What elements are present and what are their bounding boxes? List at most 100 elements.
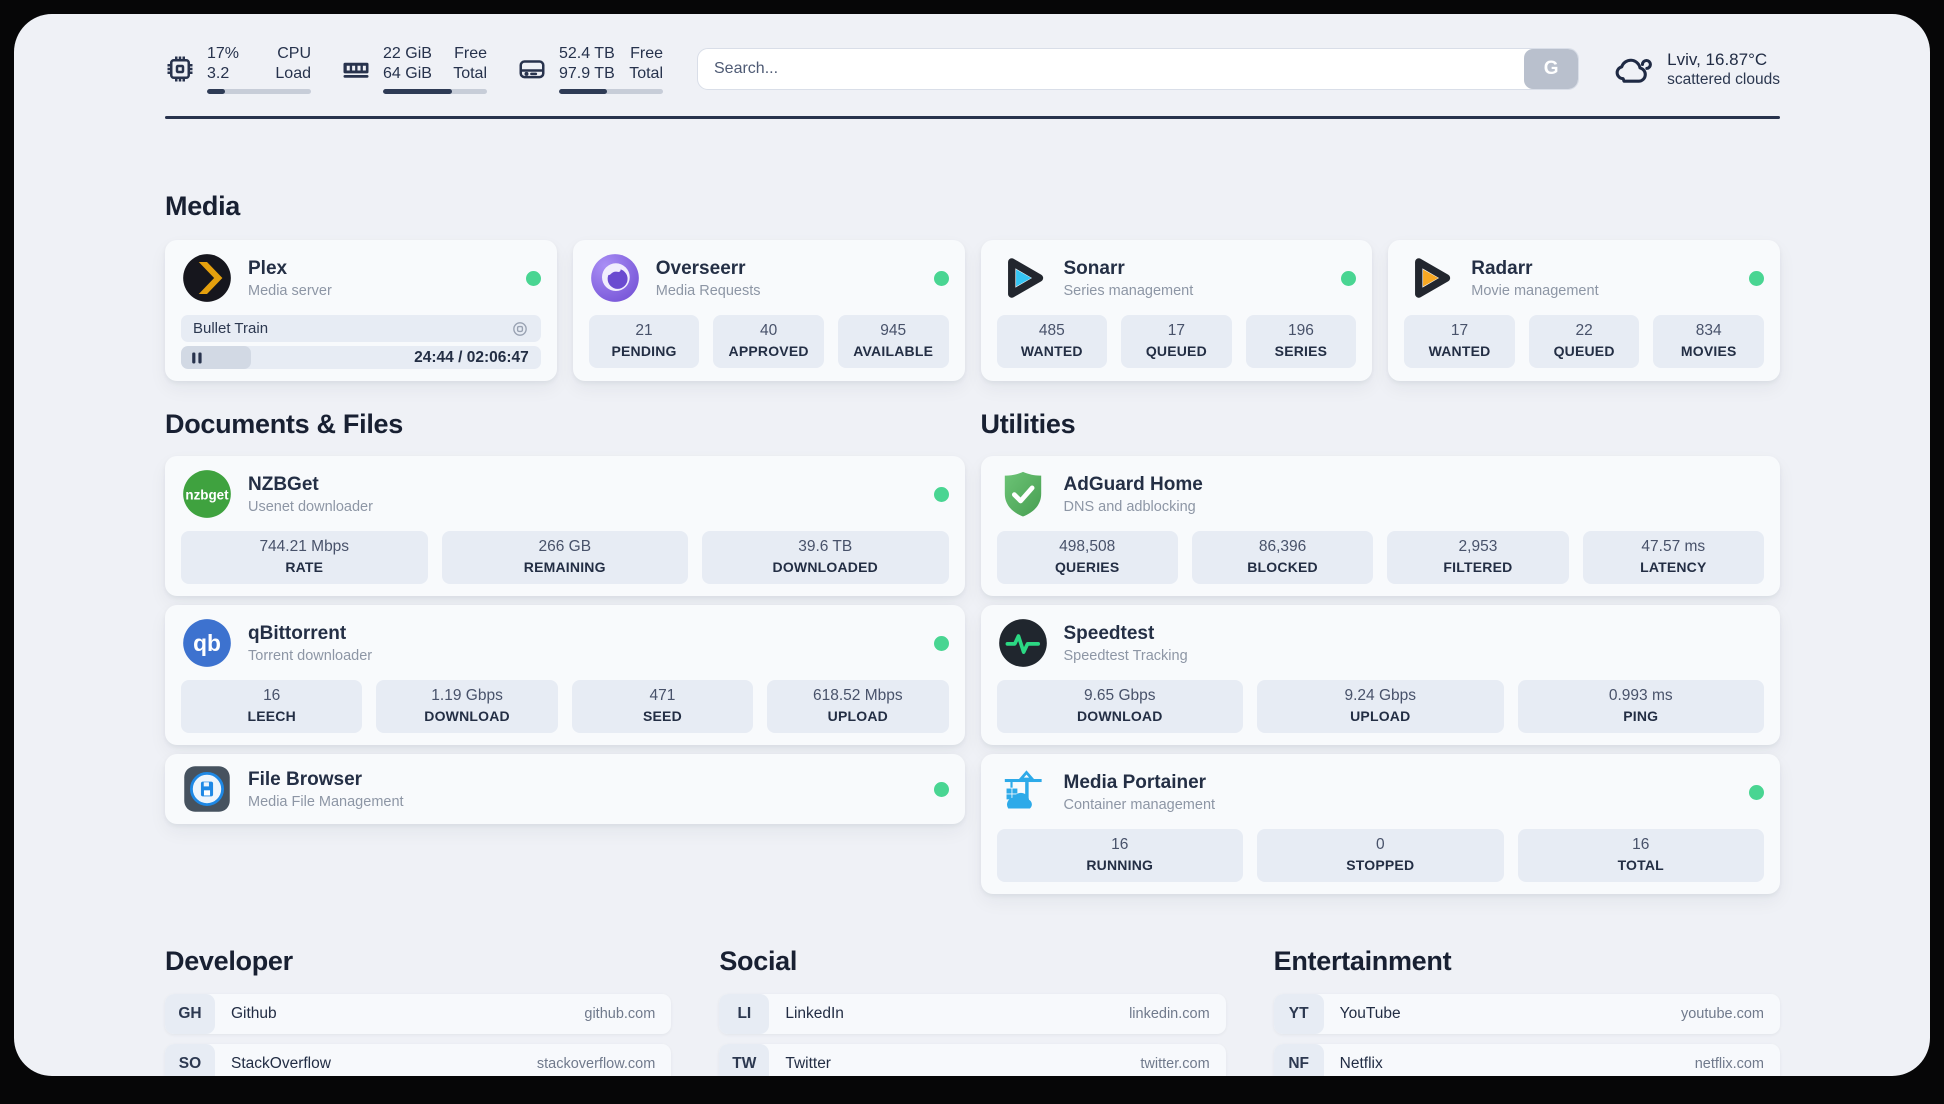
- utilities-column: Utilities AdGuard Home DNS and adblockin…: [980, 409, 1780, 894]
- weather-location-temp: Lviv, 16.87°C: [1667, 49, 1768, 69]
- bookmark-youtube[interactable]: YT YouTube youtube.com: [1273, 994, 1780, 1034]
- bookmark-abbr: TW: [719, 1044, 770, 1076]
- bookmark-url: netflix.com: [1694, 1056, 1764, 1072]
- memory-total-label: Total: [453, 65, 487, 82]
- stat-label: QUERIES: [1054, 559, 1120, 575]
- bookmark-abbr: YT: [1273, 994, 1324, 1034]
- search-input[interactable]: [698, 49, 1525, 89]
- app-desc: Movie management: [1471, 282, 1599, 299]
- stat-download: 9.65 Gbps DOWNLOAD: [996, 680, 1243, 733]
- stat-running: 16 RUNNING: [996, 829, 1243, 882]
- stat-label: RUNNING: [1086, 857, 1154, 873]
- bookmark-stackoverflow[interactable]: SO StackOverflow stackoverflow.com: [165, 1044, 672, 1076]
- stat-label: AVAILABLE: [853, 343, 934, 359]
- bookmark-name: Github: [231, 1005, 277, 1022]
- documents-column: Documents & Files nzbget NZBGet Usenet d…: [165, 409, 965, 894]
- app-card-portainer[interactable]: Media Portainer Container management 16 …: [980, 754, 1780, 894]
- disk-stat: 52.4 TB 97.9 TB Free Total: [517, 44, 663, 94]
- stat-value: 2,953: [1458, 538, 1498, 555]
- bookmark-github[interactable]: GH Github github.com: [165, 994, 672, 1034]
- bookmark-abbr: LI: [719, 994, 770, 1034]
- stat-label: WANTED: [1020, 343, 1083, 359]
- record-icon: [512, 321, 527, 336]
- stat-value: 16: [1632, 836, 1650, 853]
- svg-text:nzbget: nzbget: [185, 488, 229, 503]
- stat-value: 9.65 Gbps: [1083, 687, 1156, 704]
- disk-total-value: 97.9 TB: [559, 65, 615, 82]
- status-dot: [933, 486, 949, 502]
- app-name: Overseerr: [655, 257, 746, 279]
- stat-upload: 9.24 Gbps UPLOAD: [1257, 680, 1504, 733]
- stat-label: STOPPED: [1346, 857, 1415, 873]
- stat-label: DOWNLOAD: [1076, 708, 1163, 724]
- section-title-media: Media: [165, 191, 241, 221]
- stat-rate: 744.21 Mbps RATE: [181, 531, 428, 584]
- stat-value: 21: [635, 322, 653, 339]
- stat-available: 945 AVAILABLE: [837, 315, 949, 368]
- stat-upload: 618.52 Mbps UPLOAD: [767, 680, 949, 733]
- speedtest-icon: [998, 619, 1047, 667]
- app-name: Speedtest: [1063, 622, 1155, 644]
- cpu-percent: 17%: [207, 45, 240, 62]
- app-card-overseerr[interactable]: Overseerr Media Requests 21 PENDING 40 A…: [572, 240, 965, 381]
- stat-total: 16 TOTAL: [1517, 829, 1764, 882]
- load-label: Load: [275, 65, 311, 82]
- status-dot: [1341, 270, 1357, 286]
- bookmark-group-social: Social LI LinkedIn linkedin.com TW Twitt…: [719, 946, 1226, 1076]
- section-title-utilities: Utilities: [980, 409, 1076, 439]
- stat-label: BLOCKED: [1247, 559, 1318, 575]
- app-desc: Media File Management: [248, 793, 404, 810]
- memory-free-label: Free: [454, 45, 487, 62]
- app-card-filebrowser[interactable]: File Browser Media File Management: [165, 754, 965, 824]
- ram-icon: [343, 62, 369, 78]
- bookmark-url: twitter.com: [1140, 1056, 1210, 1072]
- app-card-qbittorrent[interactable]: qb qBittorrent Torrent downloader 16 LEE…: [165, 605, 965, 745]
- stat-remaining: 266 GB REMAINING: [441, 531, 688, 584]
- search-engine-button[interactable]: G: [1524, 49, 1579, 89]
- app-desc: Series management: [1063, 282, 1194, 299]
- app-card-adguard[interactable]: AdGuard Home DNS and adblocking 498,508 …: [980, 456, 1780, 596]
- stat-value: 47.57 ms: [1641, 538, 1706, 555]
- status-dot: [933, 270, 949, 286]
- header-bar: 17% 3.2 CPU Load 22 GiB 64 GiB Free Tota…: [165, 44, 1780, 94]
- stat-label: LEECH: [247, 708, 296, 724]
- cpu-label: CPU: [277, 45, 311, 62]
- section-title-entertainment: Entertainment: [1273, 946, 1452, 976]
- app-name: NZBGet: [248, 473, 319, 495]
- bookmark-name: Netflix: [1339, 1055, 1383, 1072]
- app-name: Radarr: [1471, 257, 1533, 279]
- section-title-documents: Documents & Files: [165, 409, 403, 439]
- stat-value: 39.6 TB: [798, 538, 853, 555]
- app-name: Plex: [248, 257, 288, 279]
- app-card-radarr[interactable]: Radarr Movie management 17 WANTED 22 QUE…: [1388, 240, 1780, 381]
- cpu-values: 17% 3.2: [207, 44, 239, 84]
- app-card-sonarr[interactable]: Sonarr Series management 485 WANTED 17 Q…: [980, 240, 1373, 381]
- cpu-labels: CPU Load: [275, 44, 311, 84]
- stat-value: 471: [649, 687, 676, 704]
- sonarr-icon: [1007, 258, 1043, 298]
- playback-progress-bar: 24:44 / 02:06:47: [181, 346, 541, 369]
- stat-value: 0: [1375, 836, 1385, 853]
- app-card-plex[interactable]: Plex Media server Bullet Train 24:44 / 0…: [165, 240, 557, 381]
- app-name: AdGuard Home: [1063, 473, 1203, 495]
- stat-stopped: 0 STOPPED: [1257, 829, 1504, 882]
- bookmark-abbr: SO: [165, 1044, 215, 1076]
- app-card-nzbget[interactable]: nzbget NZBGet Usenet downloader 744.21 M…: [165, 456, 965, 596]
- stat-queued: 17 QUEUED: [1121, 315, 1232, 368]
- bookmark-twitter[interactable]: TW Twitter twitter.com: [719, 1044, 1226, 1076]
- app-desc: Media server: [248, 282, 332, 299]
- status-dot: [933, 781, 949, 797]
- bookmark-abbr: NF: [1273, 1044, 1324, 1076]
- cpu-load-value: 3.2: [207, 65, 230, 82]
- stat-value: 618.52 Mbps: [813, 687, 903, 704]
- qbittorrent-icon: qb: [183, 619, 231, 667]
- bookmark-linkedin[interactable]: LI LinkedIn linkedin.com: [719, 994, 1226, 1034]
- bookmark-name: LinkedIn: [785, 1005, 844, 1022]
- cpu-icon: [167, 56, 193, 82]
- app-card-speedtest[interactable]: Speedtest Speedtest Tracking 9.65 Gbps D…: [980, 605, 1780, 745]
- bookmark-netflix[interactable]: NF Netflix netflix.com: [1273, 1044, 1780, 1076]
- stat-wanted: 485 WANTED: [996, 315, 1108, 368]
- app-desc: DNS and adblocking: [1063, 498, 1196, 515]
- radarr-icon: [1415, 258, 1451, 298]
- cpu-stat: 17% 3.2 CPU Load: [165, 44, 311, 94]
